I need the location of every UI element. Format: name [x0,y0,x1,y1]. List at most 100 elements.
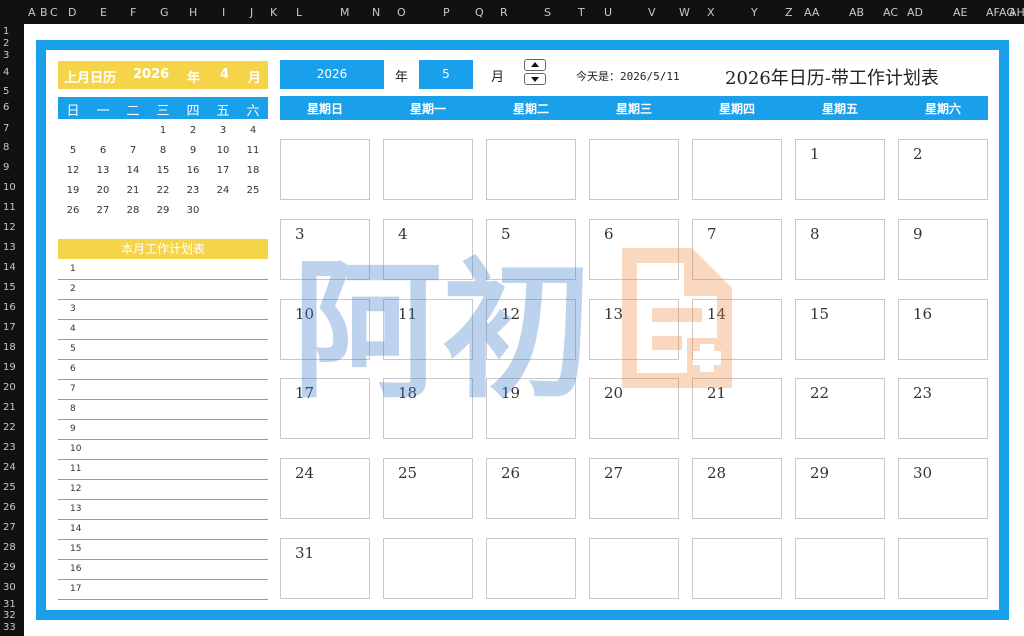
calendar-day-cell[interactable]: 19 [486,378,576,439]
calendar-day-cell[interactable] [383,139,473,200]
calendar-day-cell[interactable]: 17 [280,378,370,439]
calendar-day-cell[interactable] [486,139,576,200]
plan-row[interactable]: 13 [58,500,268,520]
row-header[interactable]: 12 [3,222,16,233]
row-header[interactable]: 19 [3,362,16,373]
row-header[interactable]: 21 [3,402,16,413]
col-header[interactable]: S [544,6,551,19]
calendar-day-cell[interactable] [589,139,679,200]
calendar-day-cell[interactable]: 28 [692,458,782,519]
row-header[interactable]: 2 [3,38,9,49]
calendar-day-cell[interactable]: 1 [795,139,885,200]
row-header[interactable]: 14 [3,262,16,273]
row-header[interactable]: 26 [3,502,16,513]
row-header[interactable]: 25 [3,482,16,493]
calendar-day-cell[interactable] [280,139,370,200]
row-header[interactable]: 16 [3,302,16,313]
col-header[interactable]: AB [849,6,864,19]
calendar-day-cell[interactable]: 2 [898,139,988,200]
row-header[interactable]: 22 [3,422,16,433]
col-header[interactable]: B [40,6,48,19]
calendar-day-cell[interactable] [692,139,782,200]
col-header[interactable]: Q [475,6,484,19]
col-header[interactable]: C [50,6,58,19]
plan-row[interactable]: 6 [58,360,268,380]
calendar-day-cell[interactable]: 31 [280,538,370,599]
calendar-day-cell[interactable]: 9 [898,219,988,280]
calendar-day-cell[interactable]: 22 [795,378,885,439]
calendar-day-cell[interactable] [589,538,679,599]
calendar-day-cell[interactable] [692,538,782,599]
col-header[interactable]: K [270,6,277,19]
calendar-day-cell[interactable]: 5 [486,219,576,280]
month-spin-up-button[interactable] [524,59,546,71]
col-header[interactable]: E [100,6,107,19]
calendar-day-cell[interactable]: 16 [898,299,988,360]
row-header[interactable]: 9 [3,162,9,173]
calendar-day-cell[interactable]: 30 [898,458,988,519]
calendar-day-cell[interactable]: 20 [589,378,679,439]
row-header[interactable]: 32 [3,610,16,621]
row-header[interactable]: 23 [3,442,16,453]
col-header[interactable]: R [500,6,508,19]
row-header[interactable]: 8 [3,142,9,153]
col-header[interactable]: D [68,6,76,19]
col-header[interactable]: V [648,6,656,19]
col-header[interactable]: AF [986,6,1000,19]
col-header[interactable]: AE [953,6,967,19]
row-header[interactable]: 17 [3,322,16,333]
col-header[interactable]: X [707,6,715,19]
calendar-day-cell[interactable]: 6 [589,219,679,280]
plan-row[interactable]: 2 [58,280,268,300]
row-header[interactable]: 10 [3,182,16,193]
row-header[interactable]: 18 [3,342,16,353]
calendar-day-cell[interactable]: 18 [383,378,473,439]
col-header[interactable]: O [397,6,406,19]
calendar-day-cell[interactable]: 3 [280,219,370,280]
plan-row[interactable]: 17 [58,580,268,600]
calendar-day-cell[interactable] [898,538,988,599]
calendar-day-cell[interactable]: 24 [280,458,370,519]
col-header[interactable]: W [679,6,690,19]
month-spin-down-button[interactable] [524,73,546,85]
calendar-day-cell[interactable]: 26 [486,458,576,519]
calendar-day-cell[interactable] [486,538,576,599]
row-header[interactable]: 11 [3,202,16,213]
row-header[interactable]: 31 [3,599,16,610]
row-header[interactable]: 1 [3,26,9,37]
plan-row[interactable]: 11 [58,460,268,480]
col-header[interactable]: AA [804,6,819,19]
calendar-day-cell[interactable] [795,538,885,599]
month-input[interactable]: 5 [419,60,473,89]
col-header[interactable]: N [372,6,380,19]
calendar-day-cell[interactable]: 12 [486,299,576,360]
calendar-day-cell[interactable]: 4 [383,219,473,280]
col-header[interactable]: A [28,6,36,19]
row-header[interactable]: 27 [3,522,16,533]
col-header[interactable]: P [443,6,450,19]
col-header[interactable]: L [296,6,302,19]
calendar-day-cell[interactable]: 14 [692,299,782,360]
calendar-day-cell[interactable]: 25 [383,458,473,519]
row-header[interactable]: 30 [3,582,16,593]
row-header[interactable]: 33 [3,622,16,633]
row-header[interactable]: 3 [3,50,9,61]
plan-row[interactable]: 15 [58,540,268,560]
calendar-day-cell[interactable]: 27 [589,458,679,519]
plan-row[interactable]: 14 [58,520,268,540]
col-header[interactable]: U [604,6,612,19]
col-header[interactable]: F [130,6,136,19]
plan-row[interactable]: 9 [58,420,268,440]
col-header[interactable]: AD [907,6,923,19]
calendar-day-cell[interactable]: 10 [280,299,370,360]
col-header[interactable]: H [189,6,197,19]
col-header[interactable]: Z [785,6,793,19]
calendar-day-cell[interactable]: 23 [898,378,988,439]
calendar-day-cell[interactable]: 13 [589,299,679,360]
col-header[interactable]: AH [1009,6,1024,19]
calendar-day-cell[interactable]: 7 [692,219,782,280]
calendar-day-cell[interactable]: 29 [795,458,885,519]
row-header[interactable]: 13 [3,242,16,253]
calendar-day-cell[interactable]: 11 [383,299,473,360]
row-header[interactable]: 5 [3,86,9,97]
